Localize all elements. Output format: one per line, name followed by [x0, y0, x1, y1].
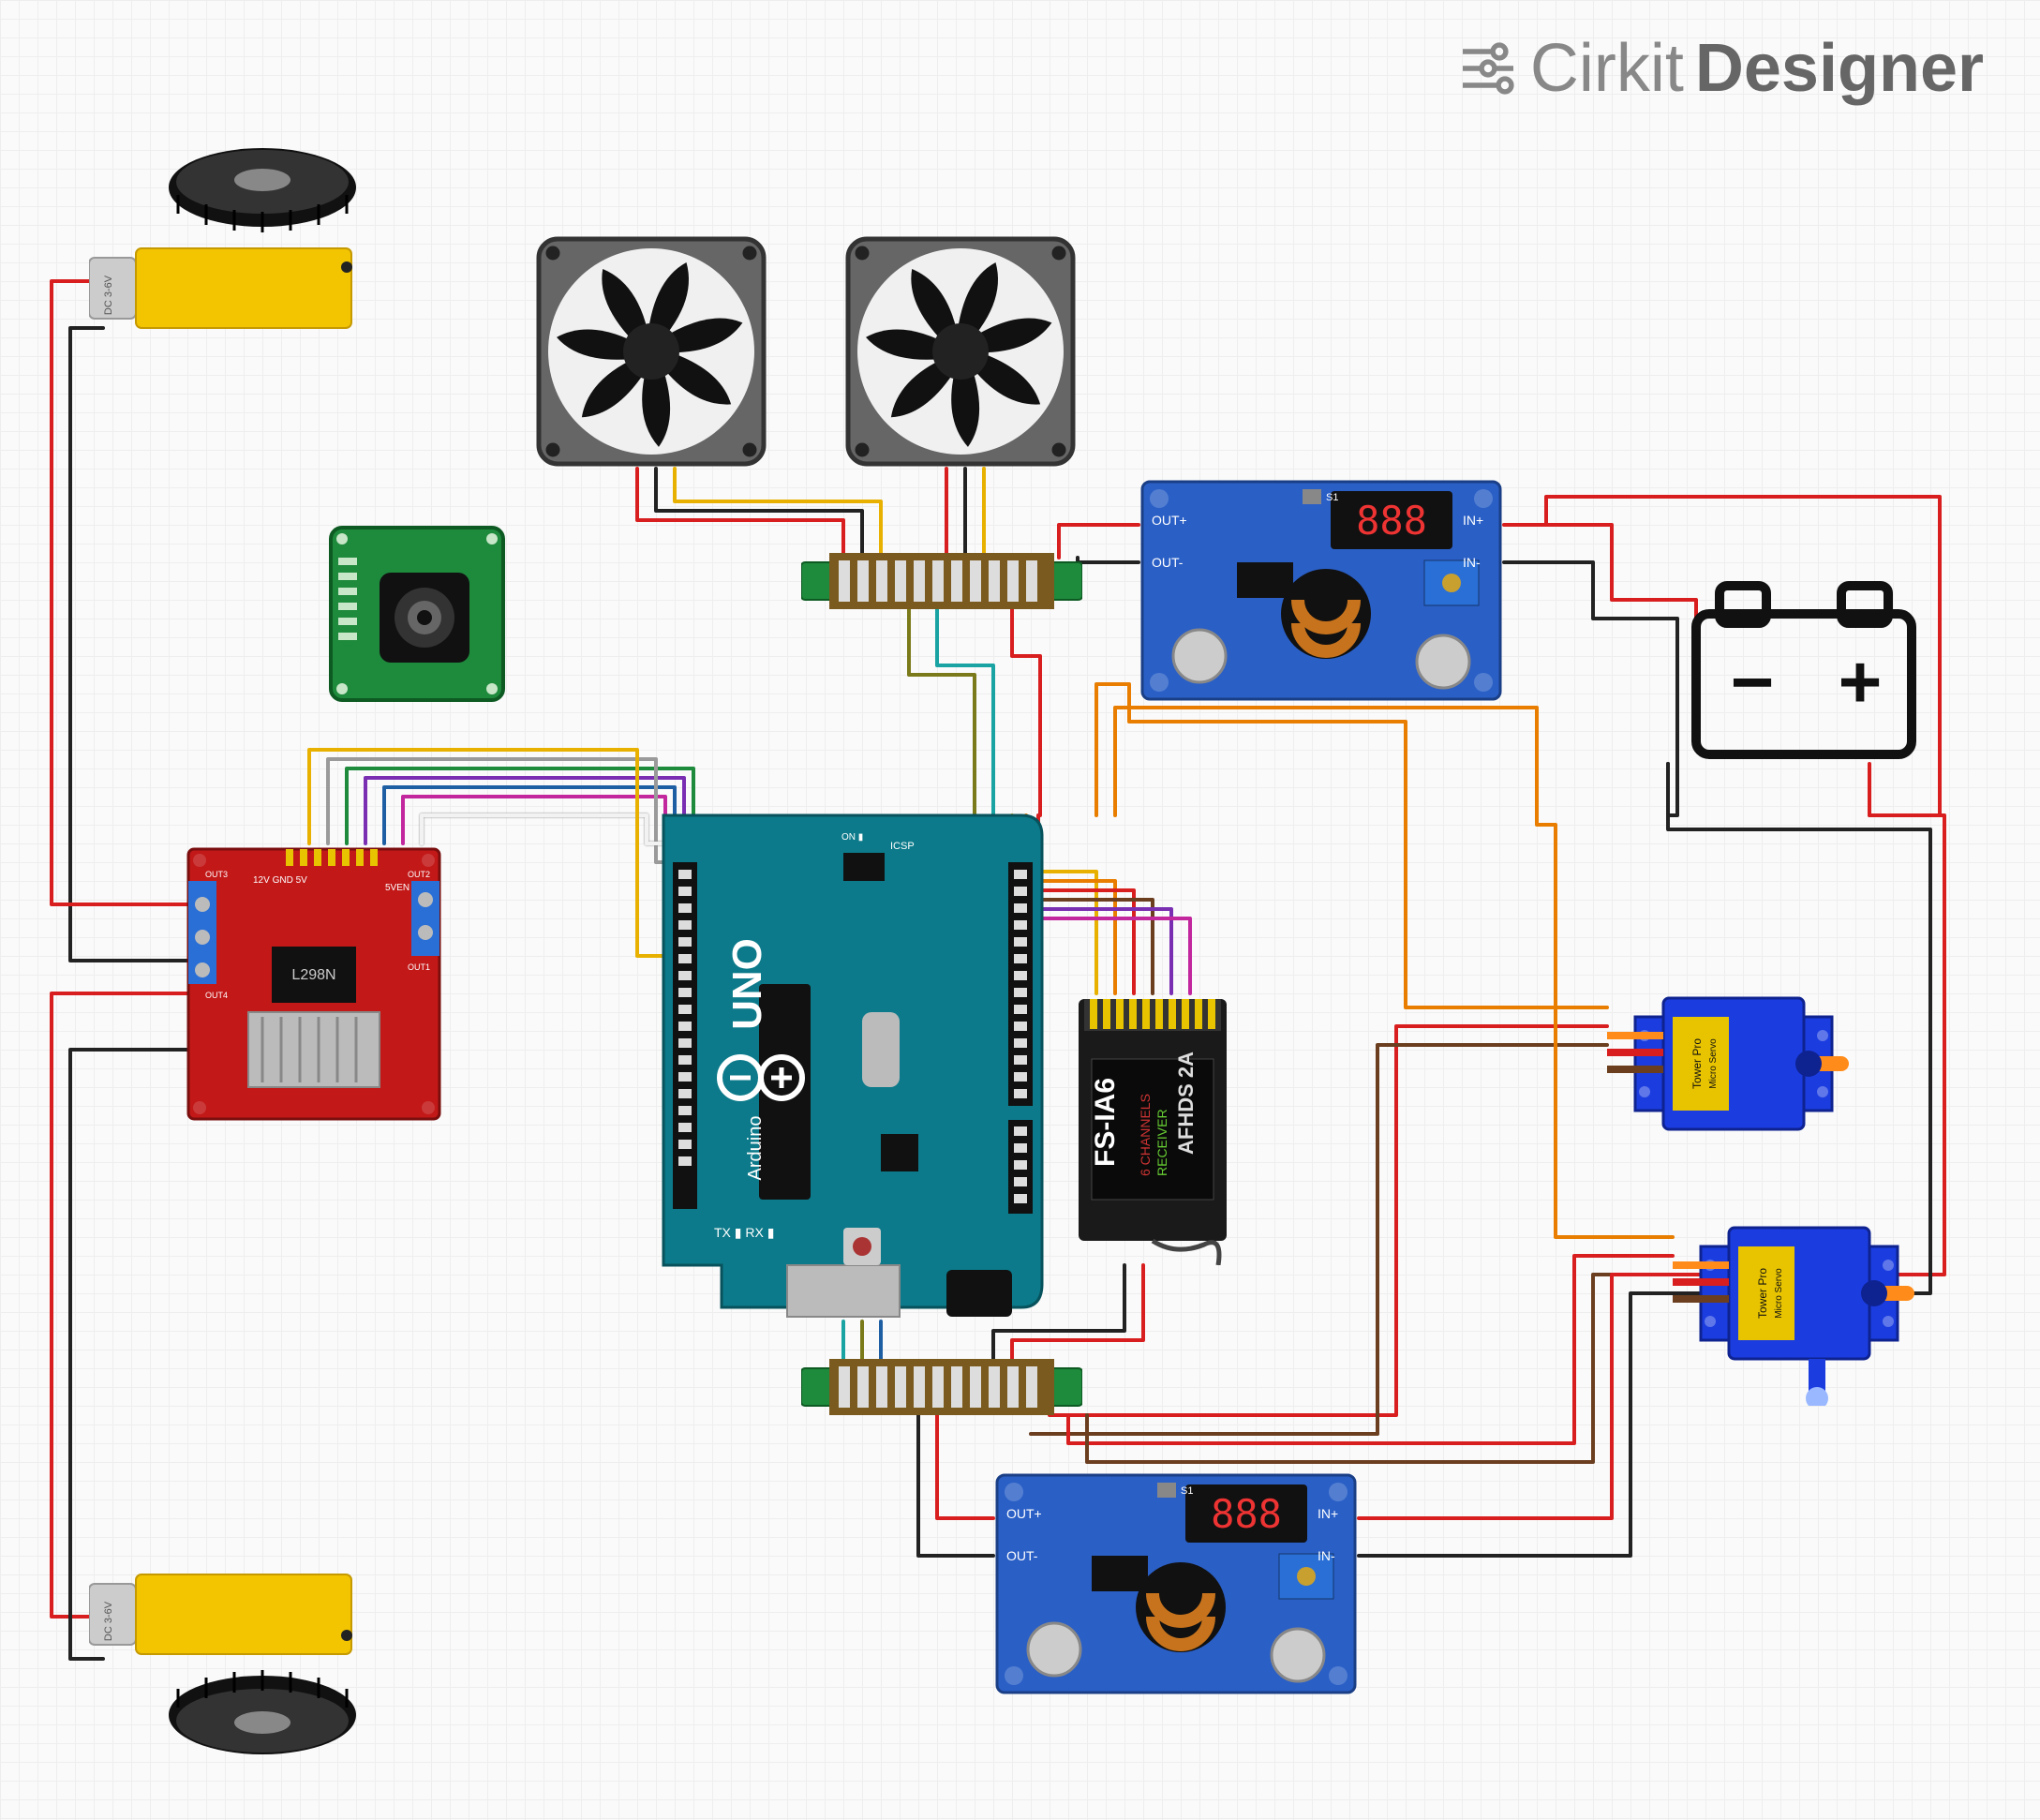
svg-text:−: −: [1731, 640, 1775, 724]
svg-text:OUT-: OUT-: [1006, 1548, 1038, 1563]
svg-text:888: 888: [1356, 498, 1427, 544]
svg-text:IN+: IN+: [1463, 513, 1483, 528]
svg-text:ON ▮: ON ▮: [841, 832, 863, 843]
svg-text:DC 3-6V: DC 3-6V: [103, 1601, 114, 1641]
svg-text:S1: S1: [1181, 1485, 1193, 1497]
servo-1[interactable]: Tower Pro Micro Servo: [1607, 970, 1851, 1176]
wire-buck1-in-gnd[interactable]: [1504, 562, 1677, 815]
svg-text:Tower Pro: Tower Pro: [1690, 1038, 1704, 1089]
wire-term1-arduino-vin[interactable]: [1012, 609, 1040, 815]
wire-buck2-out-gnd[interactable]: [918, 1415, 993, 1556]
wire-term1-arduino-d12[interactable]: [937, 609, 993, 815]
svg-text:Micro Servo: Micro Servo: [1774, 1268, 1784, 1319]
rc-receiver-fs-ia6[interactable]: FS-IA6 6 CHANNELS RECEIVER AFHDS 2A: [1073, 993, 1232, 1265]
svg-text:OUT-: OUT-: [1152, 555, 1184, 570]
wire-term1-arduino-d11[interactable]: [909, 609, 975, 815]
wire-motor-top-out1[interactable]: [70, 328, 187, 961]
terminal-strip-2[interactable]: [801, 1359, 1082, 1415]
svg-text:888: 888: [1211, 1491, 1282, 1537]
svg-text:ICSP: ICSP: [890, 841, 915, 852]
svg-text:12V GND 5V: 12V GND 5V: [253, 875, 307, 886]
gear-motor-top[interactable]: DC 3-6V: [89, 244, 361, 333]
wire-fan1-pwm[interactable]: [675, 469, 881, 558]
svg-text:UNO: UNO: [724, 938, 770, 1030]
wire-fan1-gnd[interactable]: [656, 469, 862, 558]
svg-text:TX ▮ RX ▮: TX ▮ RX ▮: [714, 1225, 774, 1240]
svg-text:6 CHANNELS: 6 CHANNELS: [1138, 1094, 1153, 1176]
svg-text:IN-: IN-: [1318, 1548, 1335, 1563]
arduino-uno[interactable]: UNO Arduino TX ▮ RX ▮ ICSP ON ▮: [656, 797, 1050, 1321]
svg-text:S1: S1: [1326, 492, 1338, 503]
wire-motor-bottom-out4[interactable]: [70, 1050, 187, 1659]
svg-text:IN+: IN+: [1318, 1506, 1338, 1521]
svg-text:5VEN: 5VEN: [385, 883, 409, 893]
battery[interactable]: − +: [1687, 576, 1921, 764]
gear-motor-bottom[interactable]: DC 3-6V: [89, 1570, 361, 1659]
wire-servo2-gnd[interactable]: [1087, 1275, 1673, 1462]
camera-module[interactable]: [323, 520, 511, 708]
wheel-top[interactable]: [164, 141, 361, 234]
wire-buck1-out-gnd[interactable]: [1078, 558, 1139, 562]
svg-text:RECEIVER: RECEIVER: [1154, 1109, 1169, 1176]
design-canvas[interactable]: Cirkit Designer: [0, 0, 2040, 1820]
brand-name-2: Designer: [1695, 30, 1984, 107]
svg-text:Arduino: Arduino: [745, 1116, 766, 1181]
svg-text:OUT+: OUT+: [1152, 513, 1187, 528]
cooling-fan-2[interactable]: [843, 234, 1078, 469]
svg-text:OUT4: OUT4: [205, 991, 228, 1000]
terminal-strip-1[interactable]: [801, 553, 1082, 609]
svg-text:OUT2: OUT2: [408, 870, 430, 879]
svg-text:OUT+: OUT+: [1006, 1506, 1042, 1521]
brand-logo: Cirkit Designer: [1452, 30, 1984, 107]
svg-text:+: +: [1839, 640, 1883, 724]
cooling-fan-1[interactable]: [534, 234, 768, 469]
circuit-icon: [1452, 35, 1519, 102]
wire-rx-ch3[interactable]: [1038, 815, 1134, 993]
svg-text:L298N: L298N: [291, 967, 335, 983]
wire-motor-bottom-out3[interactable]: [52, 993, 187, 1617]
svg-text:OUT3: OUT3: [205, 870, 228, 879]
wire-fan1-vcc[interactable]: [637, 469, 843, 558]
wire-servo2-vcc[interactable]: [1068, 1256, 1673, 1443]
buck-converter-1[interactable]: 888 OUT+ OUT- IN+ IN- S1: [1139, 478, 1504, 703]
wire-motor-top-out2[interactable]: [52, 281, 187, 904]
motor-driver-l298n[interactable]: L298N 12V GND 5V 5VEN OUT3 OUT4 OUT2 OUT…: [183, 843, 445, 1125]
svg-text:DC 3-6V: DC 3-6V: [103, 275, 114, 315]
svg-text:Micro Servo: Micro Servo: [1708, 1038, 1719, 1089]
svg-text:FS-IA6: FS-IA6: [1090, 1078, 1121, 1167]
buck-converter-2[interactable]: 888 OUT+ OUT- IN+ IN- S1: [993, 1471, 1359, 1696]
wire-servo1-sig[interactable]: [1096, 684, 1607, 1007]
wheel-bottom[interactable]: [164, 1668, 361, 1762]
svg-text:OUT1: OUT1: [408, 962, 430, 972]
servo-2[interactable]: Tower Pro Micro Servo: [1673, 1200, 1916, 1406]
wire-buck1-in-vcc[interactable]: [1504, 525, 1696, 703]
svg-text:IN-: IN-: [1463, 555, 1481, 570]
wire-buck2-out-vcc[interactable]: [937, 1415, 993, 1518]
svg-text:AFHDS 2A: AFHDS 2A: [1174, 1052, 1198, 1155]
brand-name-1: Cirkit: [1530, 30, 1684, 107]
svg-text:Tower Pro: Tower Pro: [1756, 1268, 1769, 1319]
